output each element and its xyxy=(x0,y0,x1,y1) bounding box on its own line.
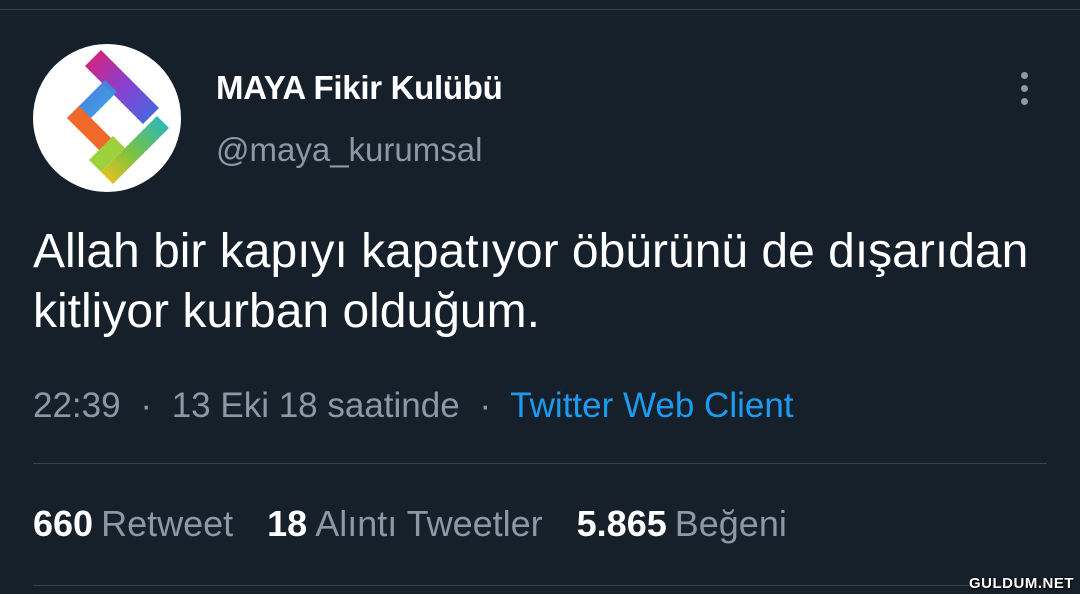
more-vertical-icon xyxy=(1020,84,1028,92)
display-name[interactable]: MAYA Fikir Kulübü xyxy=(216,66,503,110)
meta-separator: · xyxy=(479,386,492,425)
like-label: Beğeni xyxy=(674,503,787,544)
quote-tweet-label: Alıntı Tweetler xyxy=(315,503,543,544)
user-handle[interactable]: @maya_kurumsal xyxy=(216,128,482,172)
more-vertical-icon xyxy=(1020,71,1028,79)
watermark: GULDUM.NET xyxy=(969,575,1074,592)
tweet-stats: 660 Retweet 18 Alıntı Tweetler 5.865 Beğeni xyxy=(33,500,787,548)
divider xyxy=(33,585,1047,586)
quote-tweet-stat[interactable]: 18 Alıntı Tweetler xyxy=(267,500,543,548)
maya-logo-icon xyxy=(67,50,169,184)
retweet-label: Retweet xyxy=(101,503,234,544)
retweet-stat[interactable]: 660 Retweet xyxy=(33,500,233,548)
retweet-count: 660 xyxy=(33,503,94,544)
more-options-button[interactable] xyxy=(1006,66,1042,110)
tweet-meta: 22:39 · 13 Eki 18 saatinde · Twitter Web… xyxy=(33,383,794,429)
more-vertical-icon xyxy=(1020,97,1028,105)
like-stat[interactable]: 5.865 Beğeni xyxy=(577,500,787,548)
profile-avatar[interactable] xyxy=(33,44,181,192)
tweet-source-link[interactable]: Twitter Web Client xyxy=(510,386,793,425)
divider xyxy=(33,463,1047,464)
meta-separator: · xyxy=(140,386,152,425)
top-divider xyxy=(0,9,1080,10)
like-count: 5.865 xyxy=(576,503,667,544)
tweet-date[interactable]: 13 Eki 18 saatinde xyxy=(172,386,460,425)
tweet-text: Allah bir kapıyı kapatıyor öbürünü de dı… xyxy=(33,225,1029,338)
tweet-time[interactable]: 22:39 xyxy=(33,386,121,425)
quote-tweet-count: 18 xyxy=(267,503,308,544)
